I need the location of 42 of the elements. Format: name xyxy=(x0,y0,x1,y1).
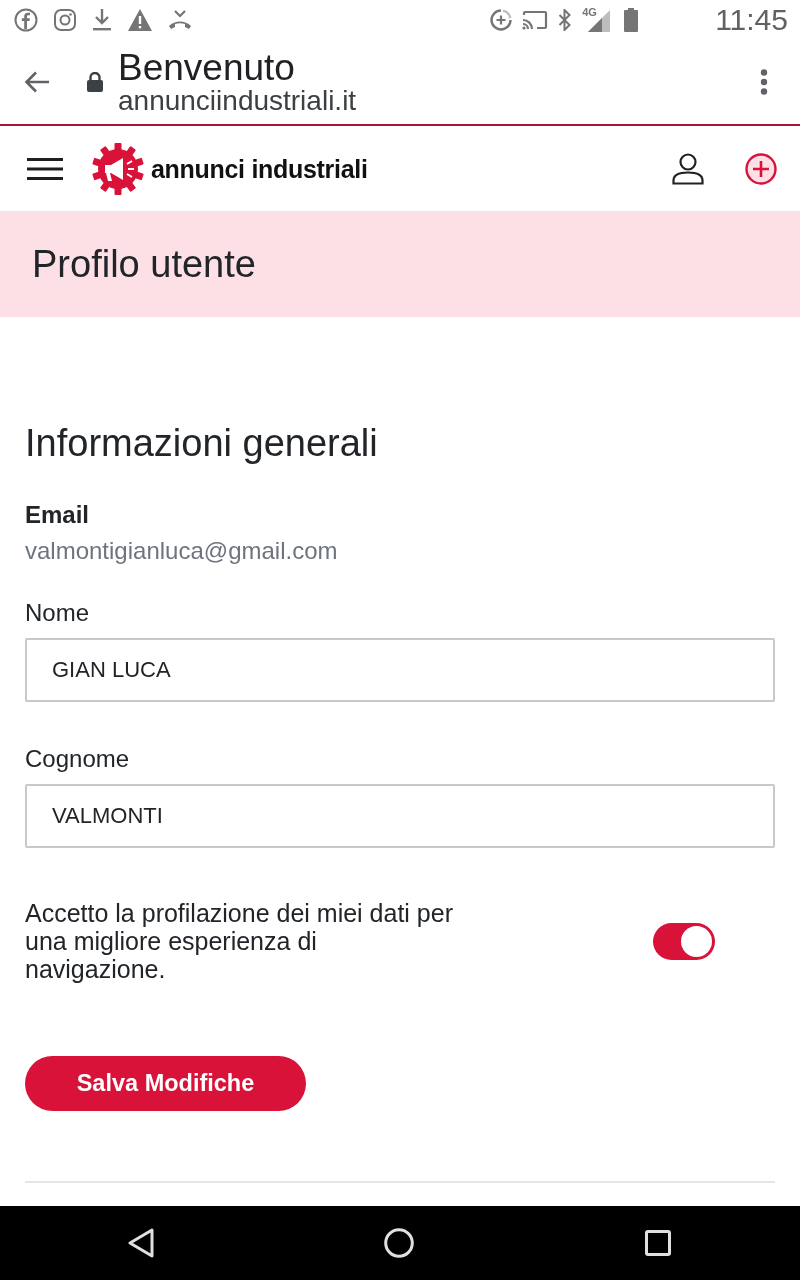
consent-text: Accetto la profilazione dei miei dati per una migliore esperienza di navigazione. xyxy=(25,899,454,983)
nav-home-button[interactable] xyxy=(383,1227,415,1259)
save-button[interactable]: Salva Modifiche xyxy=(25,1056,306,1111)
plus-circle-icon xyxy=(745,152,777,185)
account-button[interactable] xyxy=(671,151,705,186)
user-icon xyxy=(672,152,704,185)
lock-icon xyxy=(87,72,103,92)
section-title: Informazioni generali xyxy=(25,421,378,465)
home-circle-icon xyxy=(384,1228,414,1258)
site-logo[interactable]: annunci industriali xyxy=(92,142,368,195)
nav-recents-button[interactable] xyxy=(642,1227,674,1259)
banner-title: Profilo utente xyxy=(32,242,256,286)
status-time: 11:45 xyxy=(715,3,788,37)
logo-gear-megaphone-icon xyxy=(92,142,144,195)
instagram-icon xyxy=(54,9,76,31)
back-triangle-icon xyxy=(128,1228,154,1258)
consent-toggle[interactable] xyxy=(653,922,715,960)
cast-icon xyxy=(522,10,549,30)
ring-plus-icon xyxy=(490,9,513,31)
more-vertical-icon xyxy=(760,69,768,95)
download-icon xyxy=(92,8,112,32)
field-label: Nome xyxy=(25,600,90,626)
bluetooth-icon xyxy=(558,9,573,31)
missed-call-icon xyxy=(168,9,192,31)
text-input[interactable]: GIAN LUCA xyxy=(25,638,775,702)
page-url: annunciindustriali.it xyxy=(118,87,357,115)
battery-icon xyxy=(624,8,639,32)
nav-back-button[interactable] xyxy=(126,1227,156,1259)
recents-square-icon xyxy=(645,1230,671,1256)
facebook-icon xyxy=(14,8,38,32)
logo-text: annunci industriali xyxy=(151,154,368,183)
field-label: Cognome xyxy=(25,746,130,772)
warning-icon xyxy=(128,9,152,31)
network-type-label: 4G xyxy=(582,6,597,18)
email-label: Email xyxy=(25,502,90,528)
add-listing-button[interactable] xyxy=(744,151,778,186)
back-arrow-icon xyxy=(24,71,50,93)
email-value: valmontigianluca@gmail.com xyxy=(25,538,338,564)
menu-button[interactable] xyxy=(27,156,63,181)
page-title: Benvenuto xyxy=(118,49,296,87)
text-input[interactable]: VALMONTI xyxy=(25,784,775,848)
menu-icon xyxy=(27,157,63,180)
